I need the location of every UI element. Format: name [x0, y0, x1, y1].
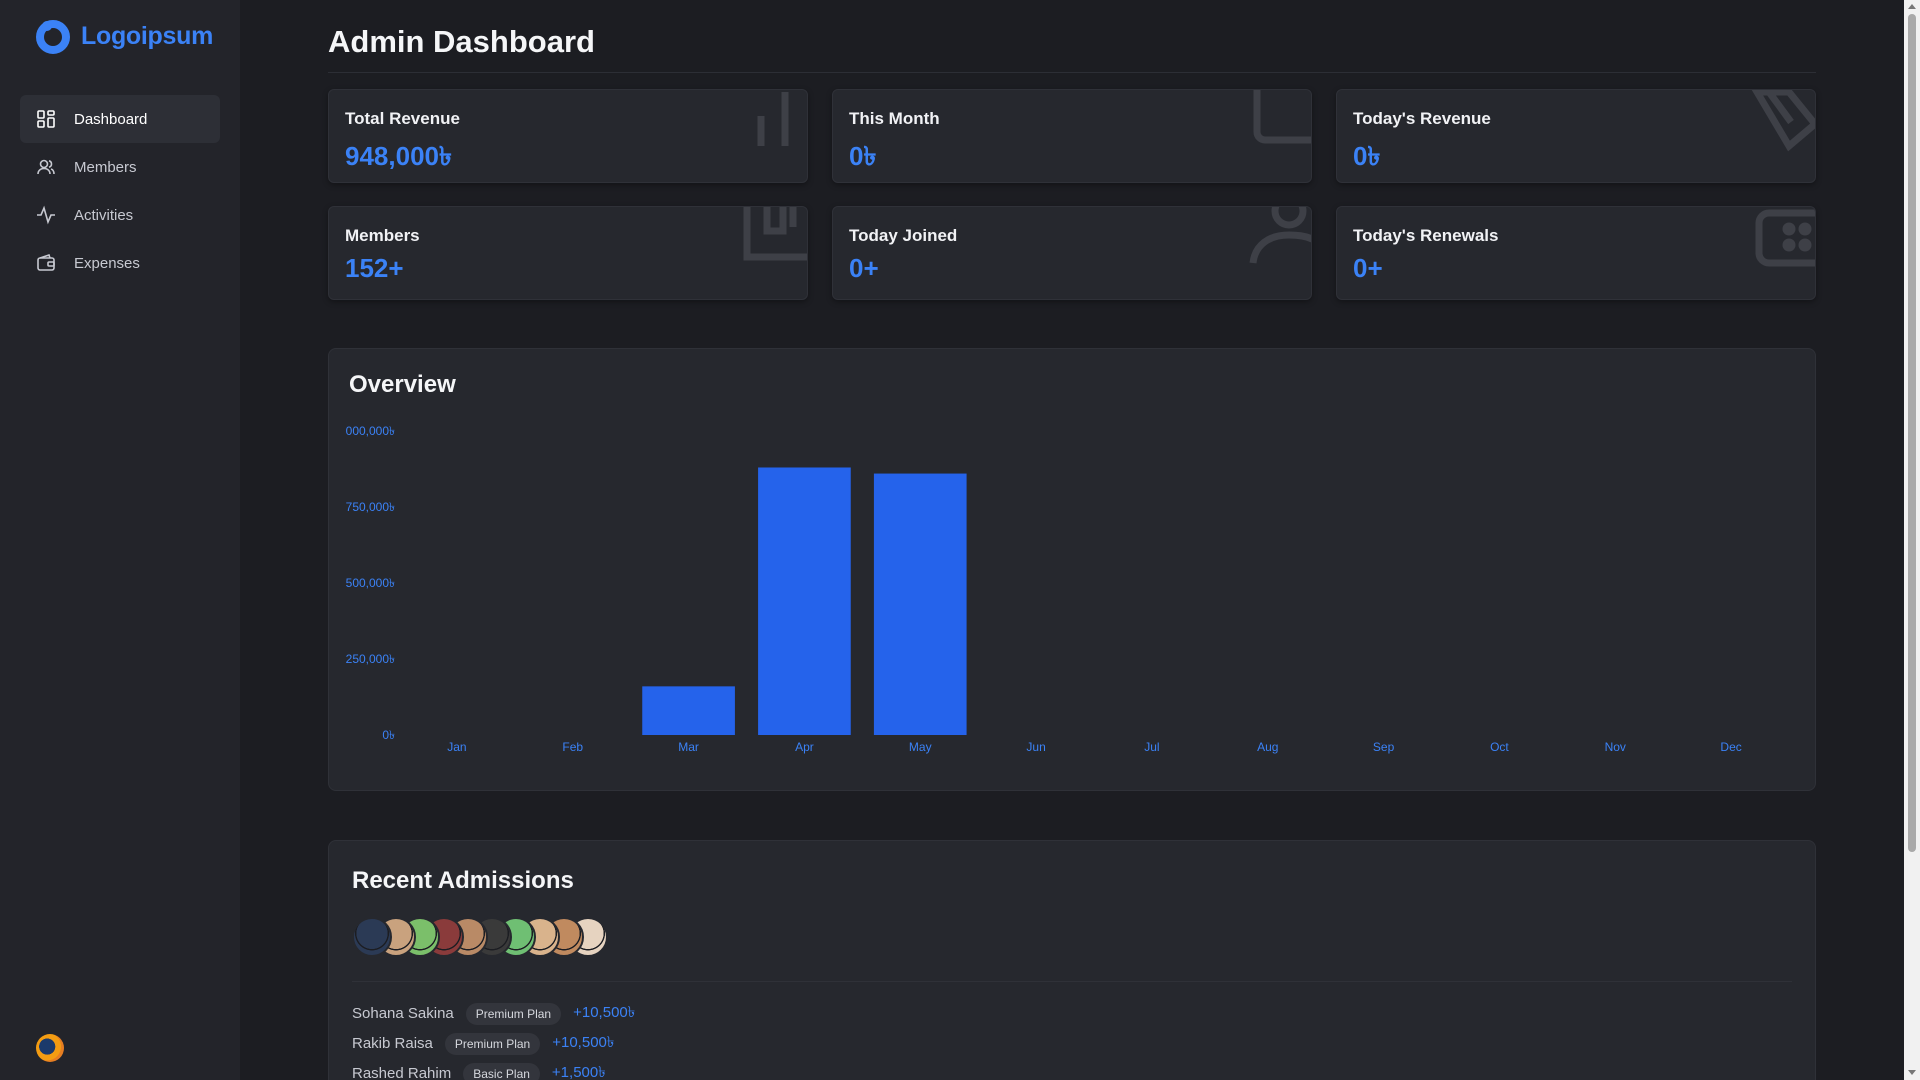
brand-name: Logoipsum: [81, 21, 214, 50]
x-tick-label: Jul: [1144, 740, 1159, 754]
stat-card-members: Members 152+: [328, 206, 808, 300]
y-tick-label: 250,000৳: [346, 652, 395, 666]
bar-chart-icon: [741, 90, 807, 152]
plan-badge: Premium Plan: [444, 1032, 541, 1055]
x-tick-label: May: [909, 740, 932, 754]
users-icon: [37, 159, 55, 175]
page-title: Admin Dashboard: [328, 24, 595, 59]
chart-bar-mar[interactable]: [642, 686, 735, 735]
stat-value: 0+: [849, 253, 879, 283]
stat-label: Total Revenue: [345, 109, 460, 128]
user-avatar[interactable]: [36, 1034, 64, 1062]
x-tick-label: Nov: [1605, 740, 1626, 754]
stat-value: 0৳: [1353, 141, 1381, 171]
stat-card-today-joined: Today Joined 0+: [832, 206, 1312, 300]
calendar-icon: [1245, 90, 1311, 152]
list-item[interactable]: Sohana Sakina Premium Plan +10,500৳: [352, 1001, 635, 1026]
stat-label: This Month: [849, 109, 940, 128]
amount: +10,500৳: [573, 1004, 636, 1021]
x-tick-label: Oct: [1490, 740, 1509, 754]
chart-bar-may[interactable]: [873, 473, 967, 735]
activity-icon: [37, 205, 55, 225]
stat-label: Today's Revenue: [1353, 109, 1491, 128]
amount: +10,500৳: [552, 1034, 615, 1051]
divider: [352, 981, 1792, 982]
user-icon: [1245, 207, 1311, 269]
y-tick-label: 750,000৳: [346, 500, 395, 514]
list-item[interactable]: Rakib Raisa Premium Plan +10,500৳: [352, 1031, 614, 1056]
y-tick-label: 0৳: [382, 728, 395, 742]
sidebar-item-label: Dashboard: [74, 110, 148, 128]
sidebar-nav: Dashboard Members Activities Expenses: [20, 95, 220, 287]
plan-badge: Basic Plan: [463, 1062, 540, 1080]
plan-badge: Premium Plan: [465, 1002, 562, 1025]
x-tick-label: Dec: [1720, 740, 1741, 754]
stat-label: Today's Renewals: [1353, 226, 1499, 245]
page-scrollbar[interactable]: [1904, 0, 1920, 1080]
y-tick-label: 500,000৳: [346, 576, 395, 590]
stat-value: 0+: [1353, 253, 1383, 283]
id-card-icon: [741, 207, 807, 269]
scroll-thumb[interactable]: [1908, 14, 1916, 852]
stat-value: 0৳: [849, 141, 877, 171]
sidebar-item-activities[interactable]: Activities: [20, 191, 220, 239]
x-tick-label: Mar: [678, 740, 699, 754]
sidebar-item-expenses[interactable]: Expenses: [20, 239, 220, 287]
member-name: Rakib Raisa: [352, 1035, 433, 1052]
stat-value: 152+: [345, 253, 404, 283]
amount: +1,500৳: [551, 1064, 606, 1080]
y-tick-label: 000,000৳: [346, 424, 395, 438]
scroll-up-icon[interactable]: [1908, 4, 1916, 9]
wallet-icon: [37, 253, 55, 271]
overview-panel: Overview 0৳ 250,000৳ 500,000৳ 750,000৳ 000,0…: [328, 348, 1816, 791]
recent-admissions-title: Recent Admissions: [352, 867, 574, 894]
sidebar-item-label: Expenses: [74, 254, 140, 272]
stat-card-total-revenue: Total Revenue 948,000৳: [328, 89, 808, 183]
stat-label: Today Joined: [849, 226, 958, 245]
sidebar-item-dashboard[interactable]: Dashboard: [20, 95, 220, 143]
sidebar-item-label: Activities: [74, 206, 134, 224]
list-item[interactable]: Rashed Rahim Basic Plan +1,500৳: [352, 1061, 606, 1080]
stat-value: 948,000৳: [345, 141, 452, 171]
stat-label: Members: [345, 226, 420, 245]
grid-icon: [37, 110, 55, 128]
member-name: Rashed Rahim: [352, 1065, 452, 1080]
x-tick-label: Apr: [795, 740, 814, 754]
x-tick-label: Feb: [562, 740, 583, 754]
sidebar: Logoipsum Dashboard Members Activities E…: [0, 0, 240, 1080]
logo-mark-icon: [36, 20, 70, 54]
avatar[interactable]: [352, 917, 392, 957]
stat-card-this-month: This Month 0৳: [832, 89, 1312, 183]
x-tick-label: Jan: [447, 740, 466, 754]
tag-icon: [1749, 90, 1815, 152]
x-tick-label: Sep: [1373, 740, 1395, 754]
stat-card-todays-revenue: Today's Revenue 0৳: [1336, 89, 1816, 183]
scroll-down-icon[interactable]: [1908, 1070, 1916, 1075]
recent-admissions-panel: Recent Admissions Sohana Sakina Premium …: [328, 840, 1816, 1080]
divider: [328, 72, 1816, 73]
x-tick-label: Aug: [1257, 740, 1278, 754]
refresh-icon: [1749, 207, 1815, 269]
stat-card-todays-renewals: Today's Renewals 0+: [1336, 206, 1816, 300]
brand-logo[interactable]: Logoipsum: [35, 18, 213, 54]
avatar-stack: [352, 917, 608, 957]
sidebar-item-members[interactable]: Members: [20, 143, 220, 191]
overview-chart: 0৳ 250,000৳ 500,000৳ 750,000৳ 000,000৳ Jan Feb…: [346, 424, 1742, 754]
sidebar-item-label: Members: [74, 158, 137, 176]
x-tick-label: Jun: [1026, 740, 1045, 754]
chart-bar-apr[interactable]: [758, 467, 851, 735]
member-name: Sohana Sakina: [352, 1005, 454, 1022]
